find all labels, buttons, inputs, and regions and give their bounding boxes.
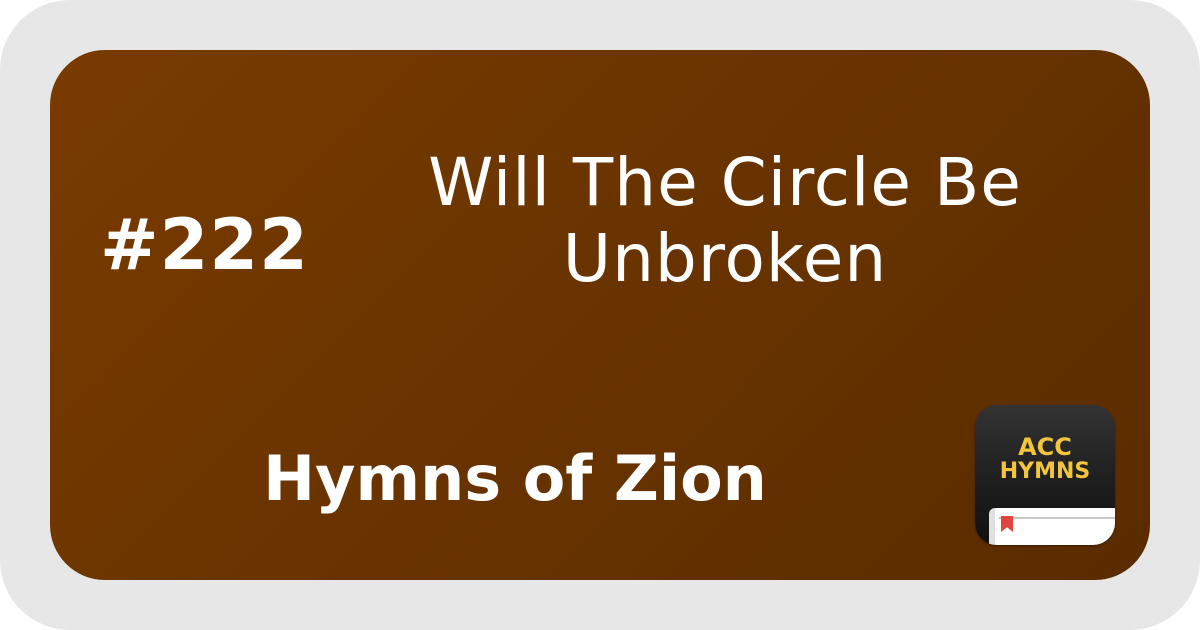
acc-hymns-app-icon: ACC HYMNS <box>975 405 1115 545</box>
outer-frame: #222 Will The Circle Be Unbroken Hymns o… <box>0 0 1200 630</box>
hymn-title-line-1: Will The Circle Be <box>428 144 1022 221</box>
book-page-edge <box>999 517 1115 519</box>
app-icon-label-line-1: ACC <box>1018 433 1072 461</box>
hymn-collection: Hymns of Zion <box>263 442 767 515</box>
bookmark-icon <box>1001 516 1013 532</box>
book-spine <box>989 508 995 545</box>
hymn-title: Will The Circle Be Unbroken <box>365 145 1085 297</box>
app-icon-label-line-2: HYMNS <box>999 459 1091 484</box>
hymn-card: #222 Will The Circle Be Unbroken Hymns o… <box>50 50 1150 580</box>
hymn-number: #222 <box>100 204 309 286</box>
book-icon <box>989 508 1115 545</box>
hymn-title-line-2: Unbroken <box>562 219 888 297</box>
